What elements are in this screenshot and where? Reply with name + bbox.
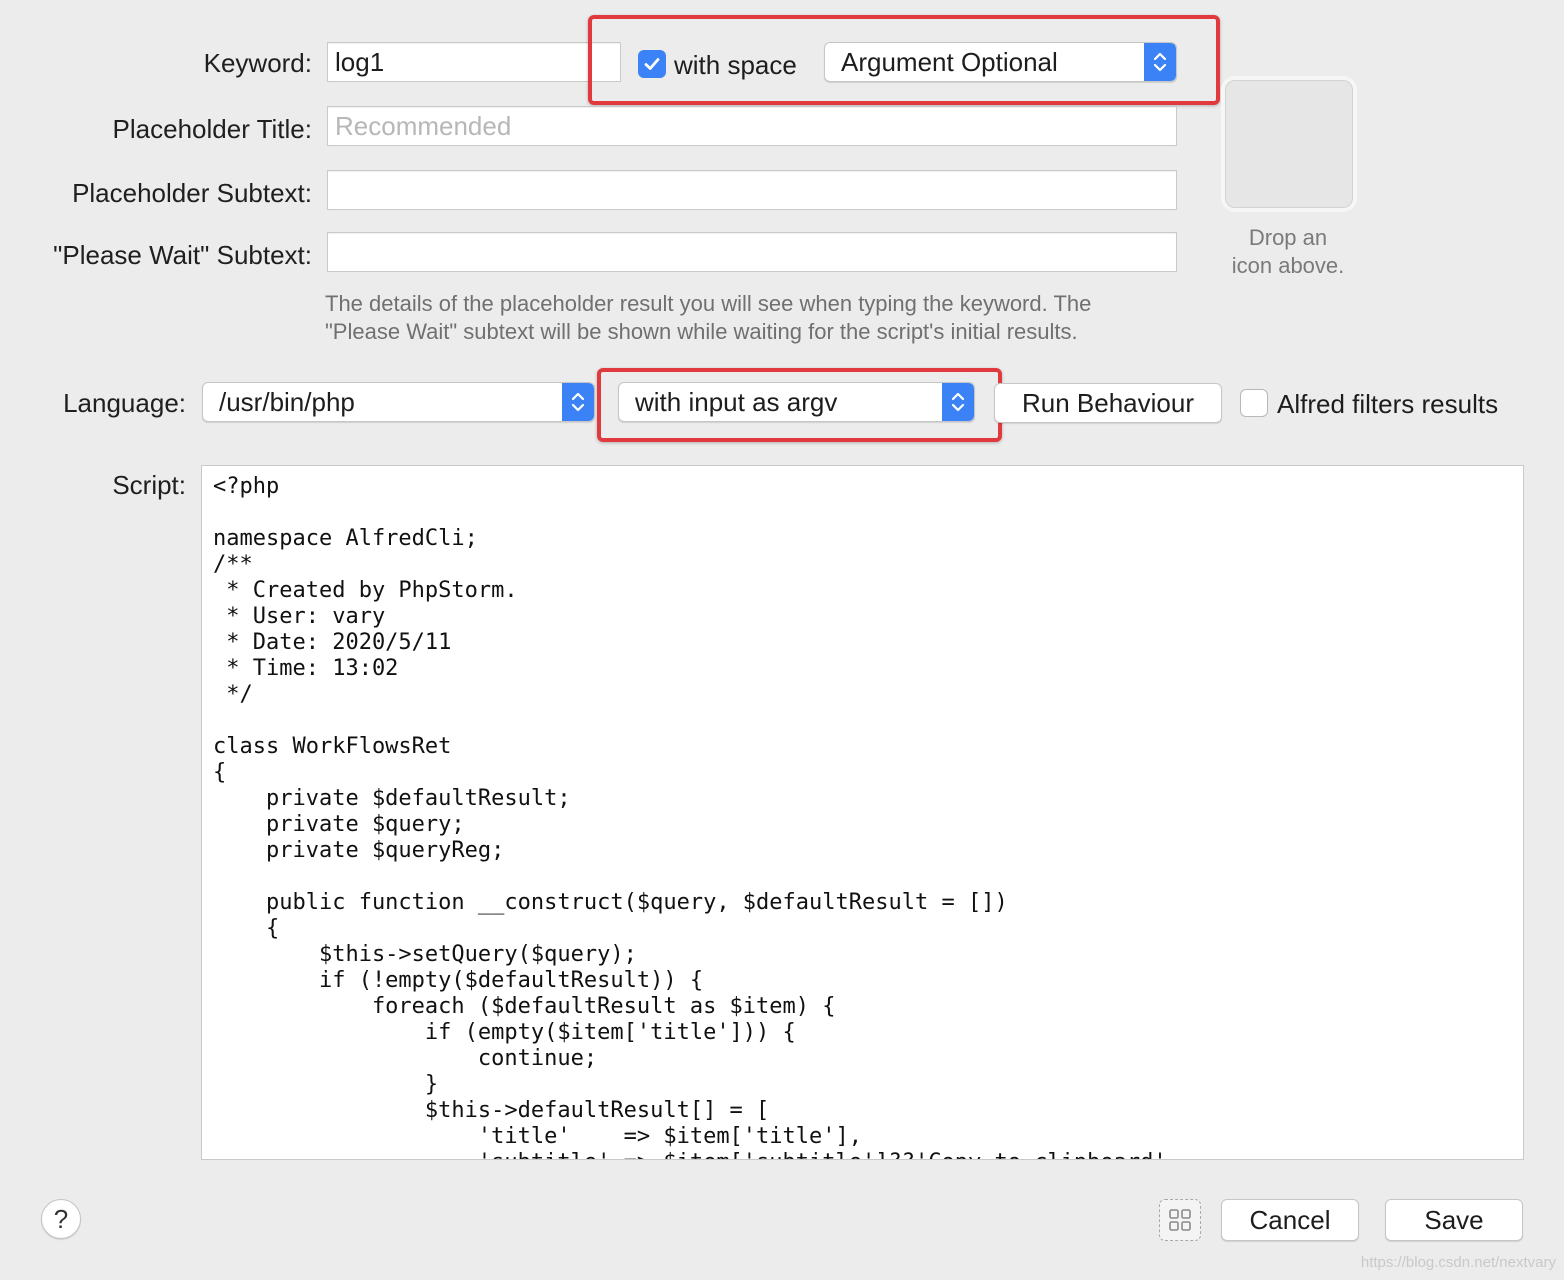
placeholder-title-input[interactable]: Recommended [327,106,1177,146]
grid-icon [1169,1209,1191,1231]
please-wait-subtext-input[interactable] [327,232,1177,272]
script-label: Script: [112,470,186,500]
alfred-filters-checkbox[interactable] [1240,389,1268,417]
keyword-label: Keyword: [203,48,312,78]
language-select[interactable]: /usr/bin/php [202,382,595,422]
alfred-filters-label: Alfred filters results [1277,389,1499,419]
grid-view-button[interactable] [1159,1199,1201,1241]
placeholder-subtext-input[interactable] [327,170,1177,210]
highlight-box-input-mode [597,368,1002,442]
help-text-line-1: The details of the placeholder result yo… [325,291,1092,316]
icon-drop-well[interactable] [1225,80,1353,208]
run-behaviour-button[interactable]: Run Behaviour [994,383,1222,423]
watermark-text: https://blog.csdn.net/nextvary [1360,1254,1556,1271]
placeholder-title-label: Placeholder Title: [112,114,312,144]
help-button[interactable]: ? [41,1199,81,1239]
drop-hint-line-1: Drop an [1248,225,1328,250]
placeholder-help-text: The details of the placeholder result yo… [325,290,1185,346]
script-code: <?php namespace AlfredCli; /** * Created… [213,474,1180,1159]
drop-hint-line-2: icon above. [1231,253,1345,278]
save-button[interactable]: Save [1385,1199,1523,1241]
icon-drop-hint: Drop an icon above. [1200,224,1376,280]
highlight-box-argument [588,15,1220,105]
chevron-updown-icon [562,383,594,421]
script-editor[interactable]: <?php namespace AlfredCli; /** * Created… [201,465,1524,1160]
placeholder-subtext-label: Placeholder Subtext: [72,178,312,208]
please-wait-subtext-label: "Please Wait" Subtext: [53,240,312,270]
help-text-line-2: "Please Wait" subtext will be shown whil… [325,319,1078,344]
language-label: Language: [63,388,186,418]
cancel-button[interactable]: Cancel [1221,1199,1359,1241]
keyword-input[interactable]: log1 [327,42,621,82]
language-value: /usr/bin/php [219,386,355,417]
question-mark-icon: ? [53,1203,69,1234]
